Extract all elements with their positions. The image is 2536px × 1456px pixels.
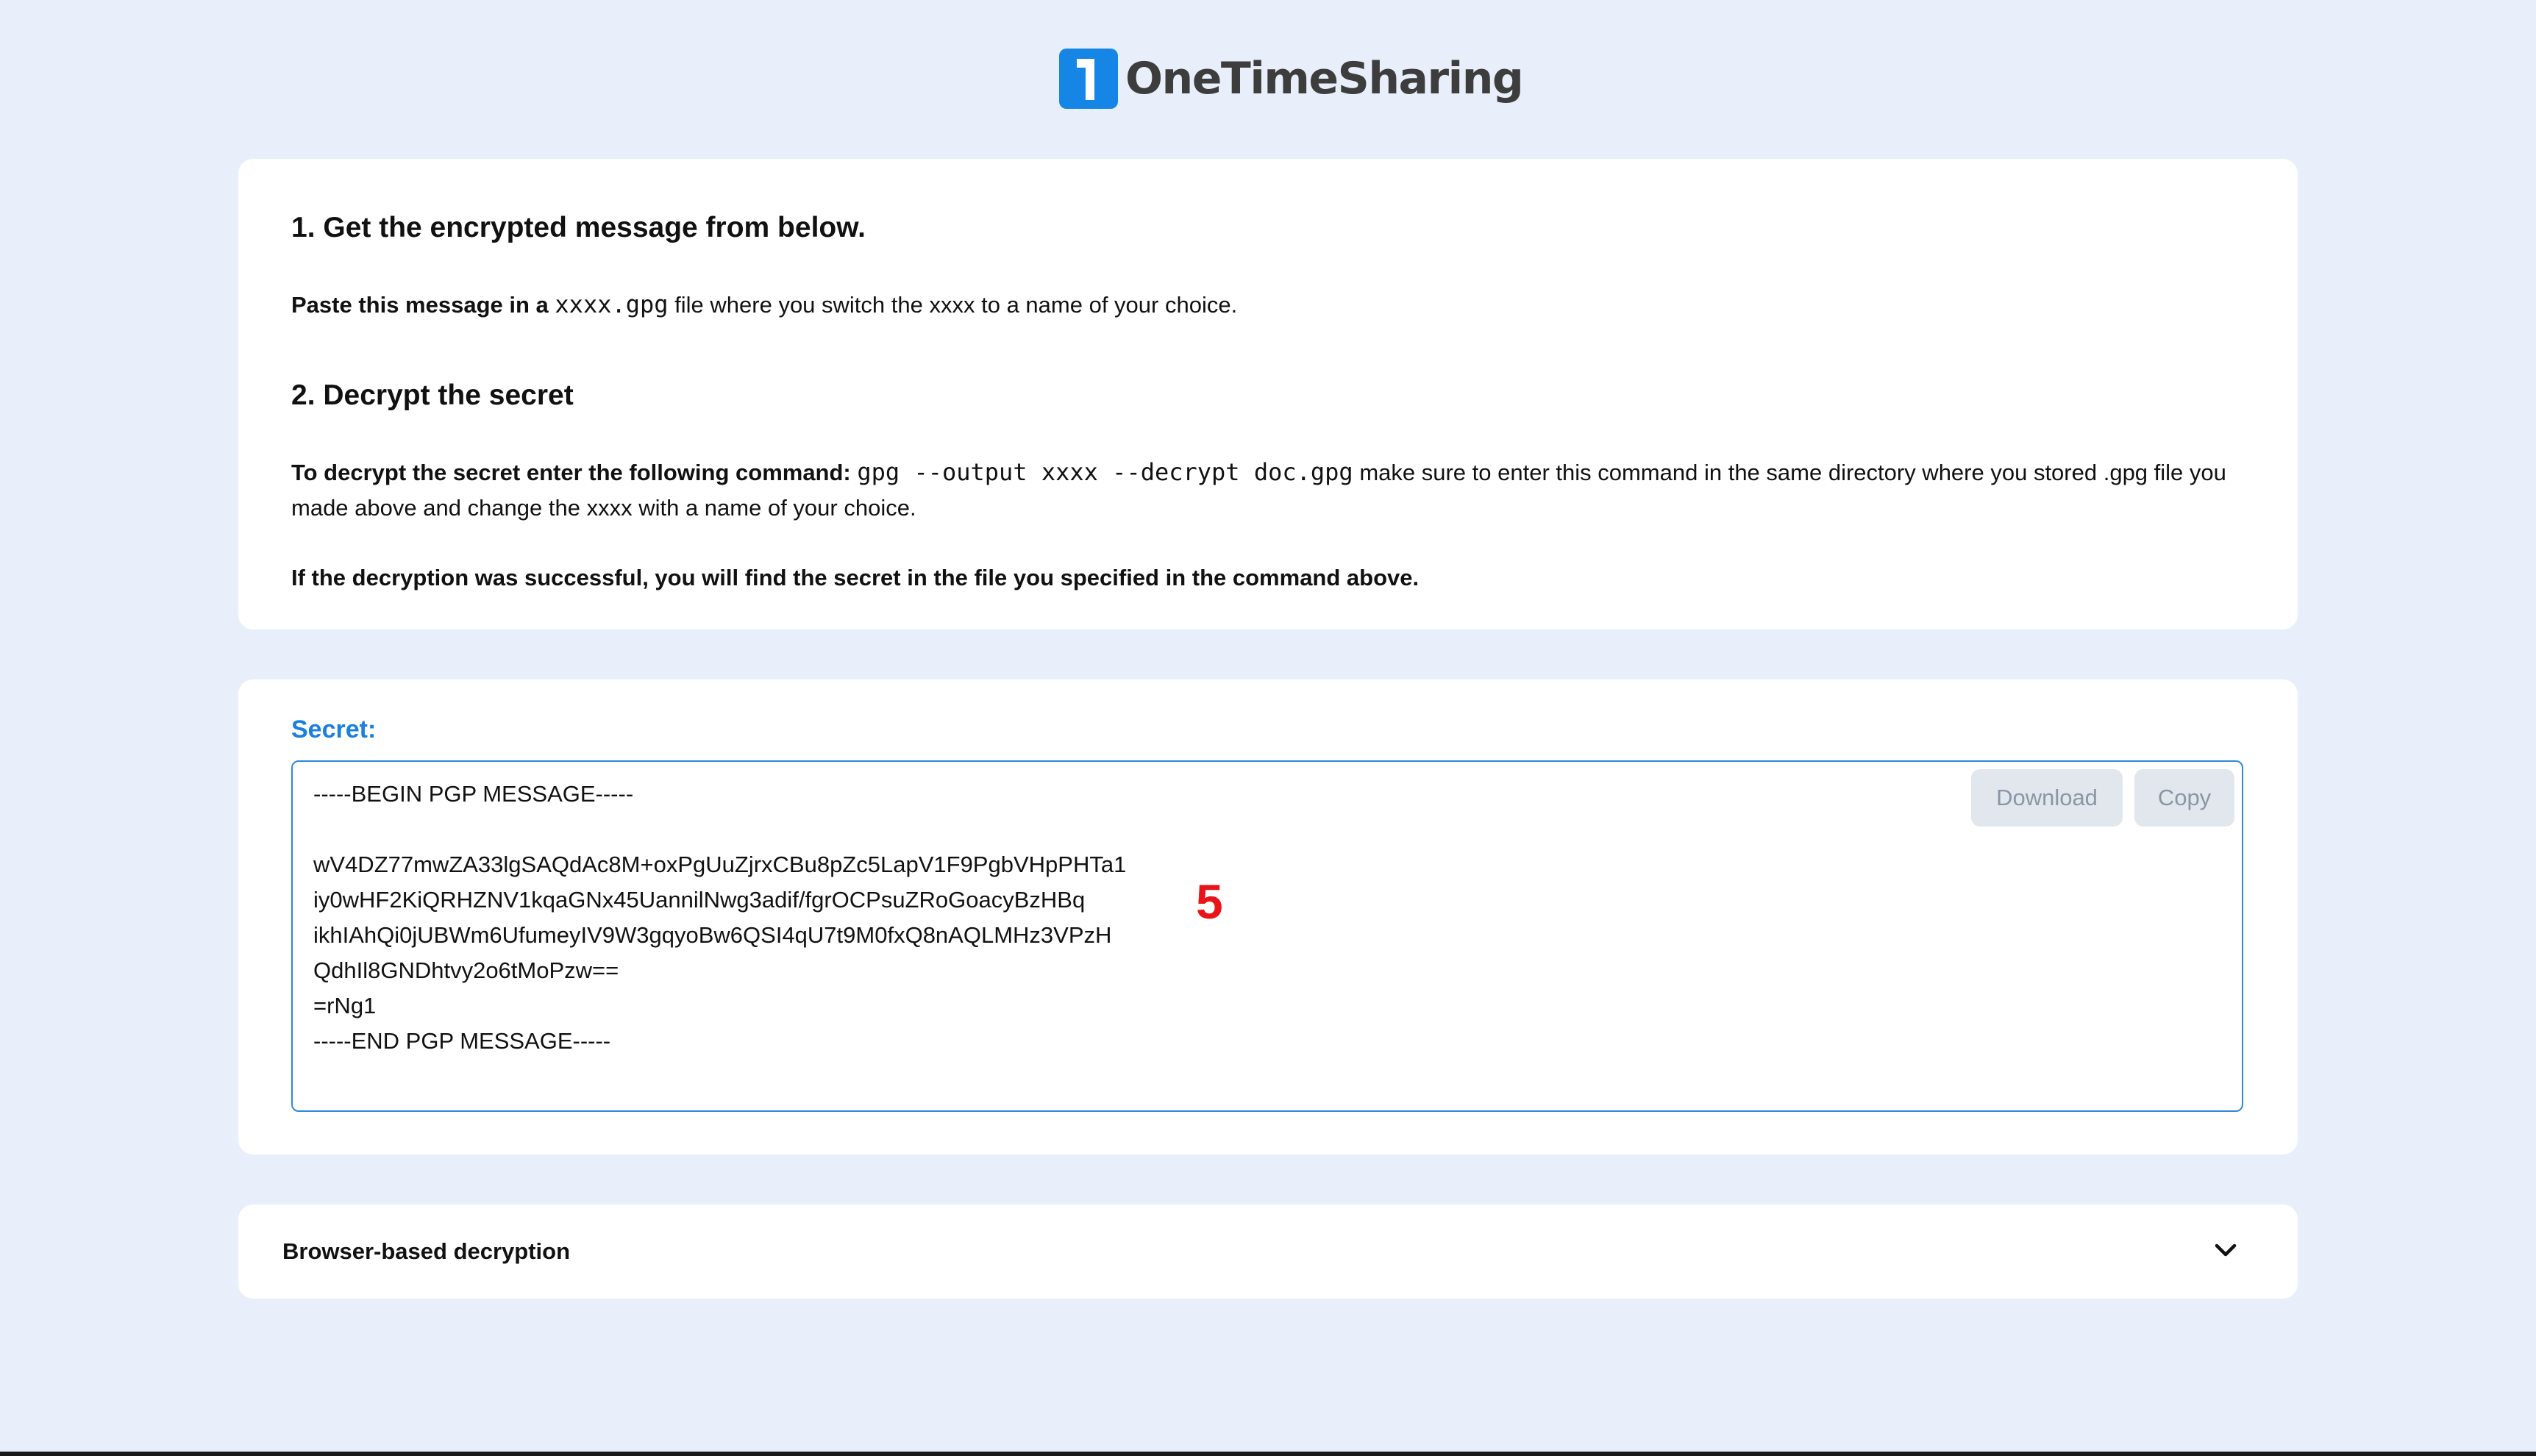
step1-text-bold: Paste this message in a <box>291 292 549 318</box>
pgp-message: -----BEGIN PGP MESSAGE----- wV4DZ77mwZA3… <box>313 777 1126 1059</box>
download-button[interactable]: Download <box>1971 769 2123 827</box>
step2-command: gpg --output xxxx --decrypt doc.gpg <box>857 458 1353 486</box>
browser-decryption-title: Browser-based decryption <box>282 1238 571 1264</box>
pgp-line: -----BEGIN PGP MESSAGE----- <box>313 781 634 807</box>
success-note-text: If the decryption was successful, you wi… <box>291 565 1420 590</box>
step2-heading: 2. Decrypt the secret <box>291 379 574 411</box>
step2-success-note: If the decryption was successful, you wi… <box>291 560 2239 596</box>
onetimesharing-logo-icon <box>1059 49 1118 109</box>
pgp-line: ikhIAhQi0jUBWm6UfumeyIV9W3gqyoBw6QSI4qU7… <box>313 922 1112 948</box>
step2-text: To decrypt the secret enter the followin… <box>291 454 2239 526</box>
annotation-marker: 5 <box>1196 874 1223 929</box>
pgp-line: QdhIl8GNDhtvy2o6tMoPzw== <box>313 957 619 983</box>
pgp-line: wV4DZ77mwZA33lgSAQdAc8M+oxPgUuZjrxCBu8pZ… <box>313 852 1127 877</box>
step1-code: xxxx.gpg <box>555 290 669 318</box>
chevron-down-icon[interactable] <box>2211 1235 2240 1265</box>
secret-label: Secret: <box>291 715 377 743</box>
pgp-line: iy0wHF2KiQRHZNV1kqaGNx45UannilNwg3adif/f… <box>313 887 1086 913</box>
pgp-line <box>313 812 1126 847</box>
secret-textarea[interactable]: -----BEGIN PGP MESSAGE----- wV4DZ77mwZA3… <box>291 760 2243 1112</box>
secret-card: Secret: -----BEGIN PGP MESSAGE----- wV4D… <box>238 679 2298 1155</box>
step1-heading: 1. Get the encrypted message from below. <box>291 212 866 243</box>
step2-text-bold: To decrypt the secret enter the followin… <box>291 460 851 485</box>
instructions-card: 1. Get the encrypted message from below.… <box>238 159 2298 629</box>
page: OneTimeSharing 1. Get the encrypted mess… <box>0 0 2536 1452</box>
brand-name: OneTimeSharing <box>1125 53 1524 104</box>
browser-decryption-panel[interactable]: Browser-based decryption <box>238 1205 2298 1299</box>
pgp-line: -----END PGP MESSAGE----- <box>313 1028 611 1054</box>
pgp-line: =rNg1 <box>313 993 377 1018</box>
brand-logo[interactable]: OneTimeSharing <box>1059 49 1524 109</box>
step1-text: Paste this message in a xxxx.gpg file wh… <box>291 287 2239 323</box>
step1-text-rest: file where you switch the xxxx to a name… <box>674 292 1238 318</box>
copy-button[interactable]: Copy <box>2134 769 2234 827</box>
